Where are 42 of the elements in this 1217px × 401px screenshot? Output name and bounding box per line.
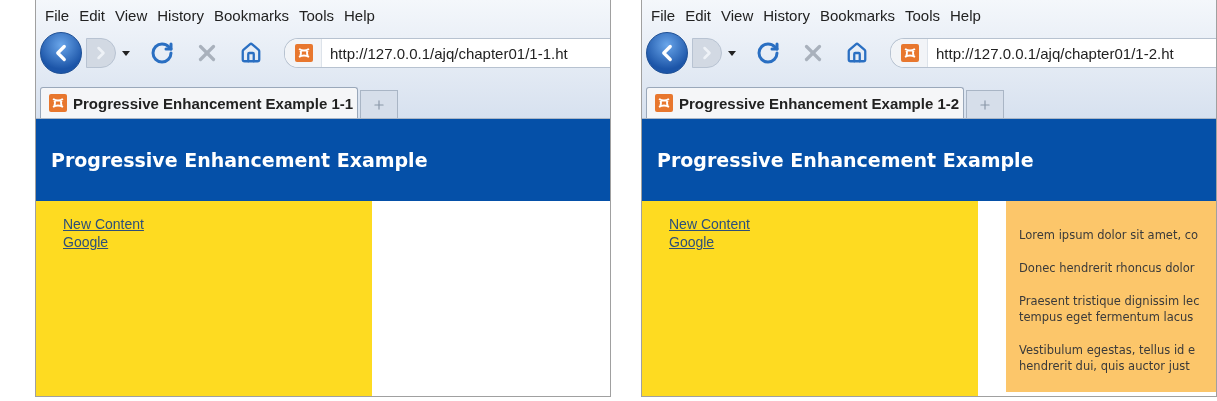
menu-item[interactable]: Help xyxy=(339,6,380,24)
page-icon xyxy=(655,94,673,112)
nav-link[interactable]: New Content xyxy=(63,215,144,233)
page-icon xyxy=(49,94,67,112)
menu-item[interactable]: Bookmarks xyxy=(208,6,294,24)
paragraph: Vestibulum egestas, tellus id e hendrerit dui, quis auctor just xyxy=(1019,342,1197,374)
page-icon xyxy=(901,44,919,62)
browser-tab[interactable]: Progressive Enhancement Example 1-1 xyxy=(40,87,359,118)
reload-icon xyxy=(756,41,780,65)
address-field[interactable]: http://127.0.0.1/ajq/chapter01/1-1.ht xyxy=(284,38,610,68)
plus-icon xyxy=(978,97,993,112)
menu-item[interactable]: Help xyxy=(945,6,986,24)
back-button[interactable] xyxy=(40,32,82,74)
menu-item[interactable]: Tools xyxy=(900,6,945,24)
browser-tab[interactable]: Progressive Enhancement Example 1-2 xyxy=(646,87,965,118)
caret-icon[interactable] xyxy=(122,50,130,56)
page-title: Progressive Enhancement Example xyxy=(657,149,1034,171)
nav-link[interactable]: Google xyxy=(669,233,715,251)
paragraph: Donec hendrerit rhoncus dolor xyxy=(1019,260,1196,276)
menu-item[interactable]: History xyxy=(758,6,815,24)
menu-item[interactable]: View xyxy=(716,6,759,24)
paragraph: Lorem ipsum dolor sit amet, co xyxy=(1019,227,1200,243)
menu-item[interactable]: File xyxy=(646,6,681,24)
back-button[interactable] xyxy=(646,32,688,74)
home-icon xyxy=(846,42,868,64)
nav-link[interactable]: New Content xyxy=(669,215,750,233)
home-icon xyxy=(240,42,262,64)
address-field[interactable]: http://127.0.0.1/ajq/chapter01/1-2.ht xyxy=(890,38,1216,68)
menu-item[interactable]: Bookmarks xyxy=(814,6,900,24)
page-title: Progressive Enhancement Example xyxy=(51,149,428,171)
plus-icon xyxy=(372,97,387,112)
menu-item[interactable]: Edit xyxy=(74,6,111,24)
nav-link[interactable]: Google xyxy=(63,233,109,251)
reload-icon xyxy=(150,41,174,65)
menu-item[interactable]: File xyxy=(40,6,75,24)
menu-item[interactable]: History xyxy=(152,6,209,24)
page-icon xyxy=(295,44,313,62)
caret-icon[interactable] xyxy=(728,50,736,56)
menu-item[interactable]: Edit xyxy=(680,6,717,24)
menu-item[interactable]: View xyxy=(110,6,153,24)
menu-item[interactable]: Tools xyxy=(294,6,339,24)
paragraph: Praesent tristique dignissim lec tempus eget fermentum lacus xyxy=(1019,293,1201,325)
